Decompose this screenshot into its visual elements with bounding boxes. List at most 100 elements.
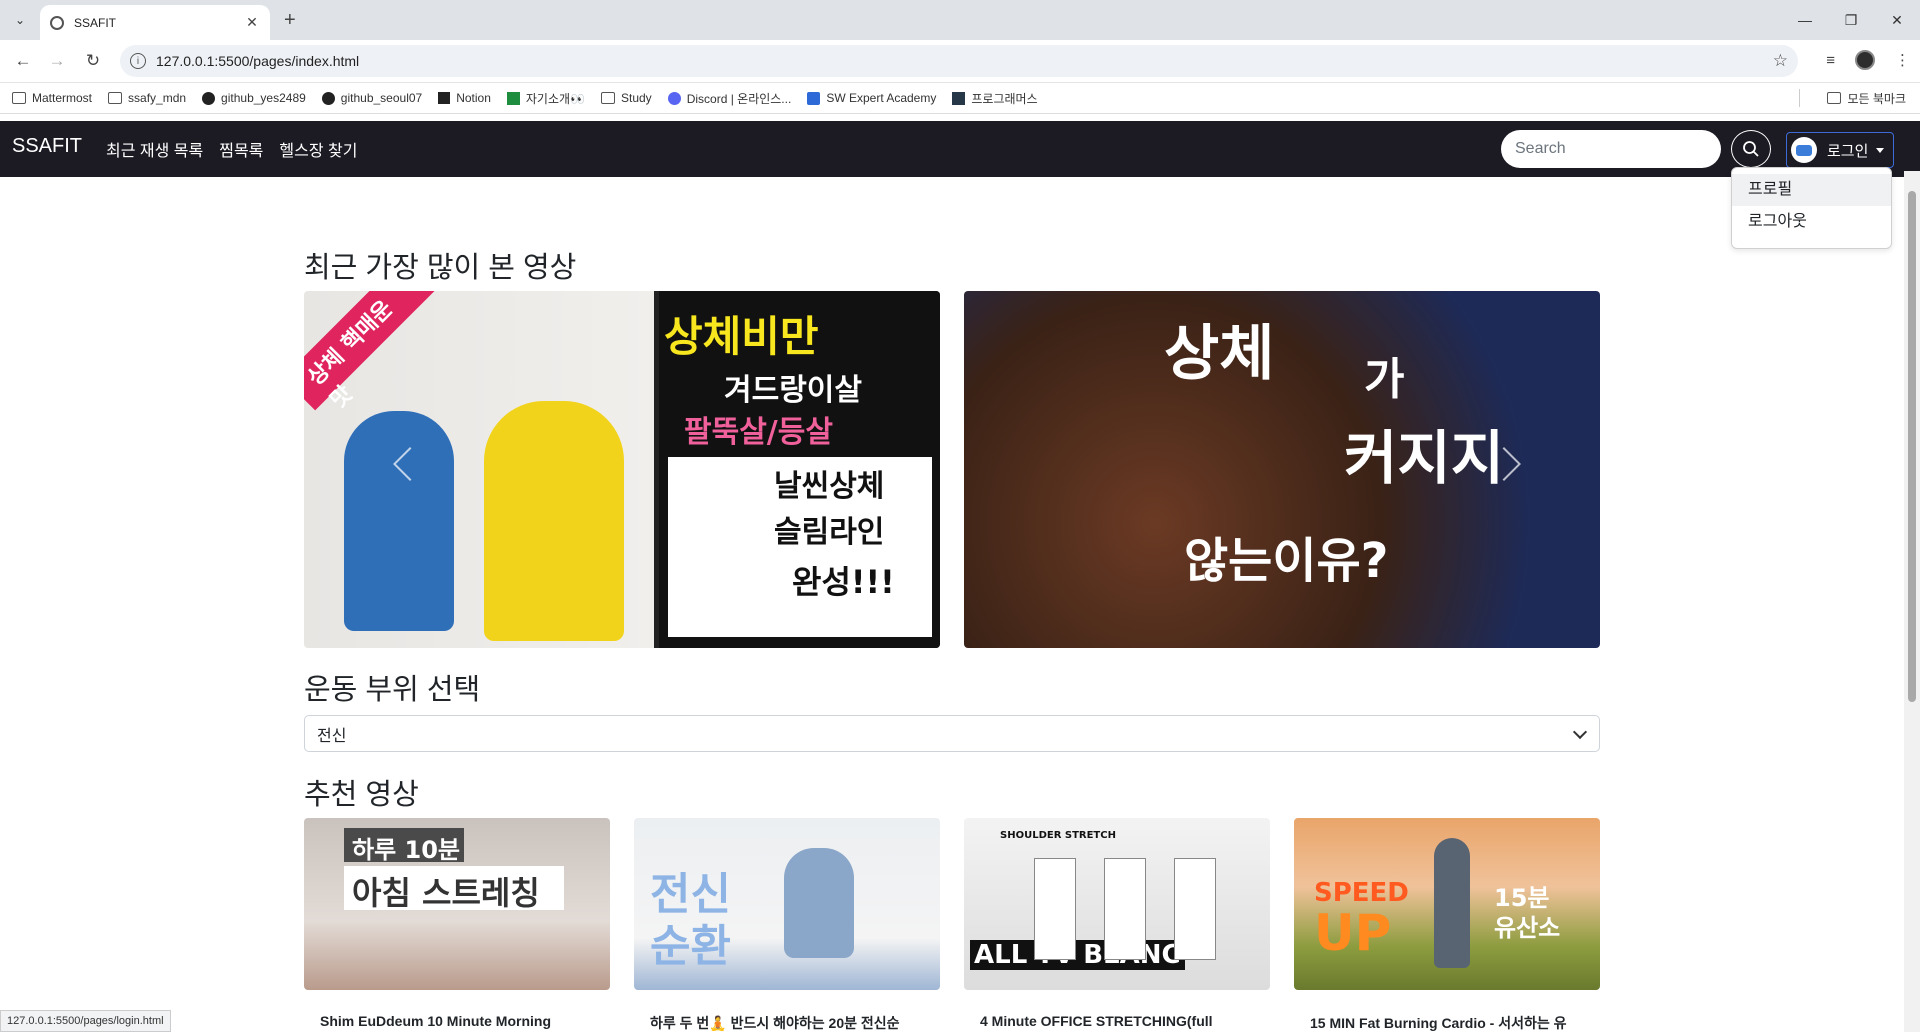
chevron-down-icon bbox=[1572, 724, 1588, 740]
menu-icon[interactable]: ⋮ bbox=[1895, 51, 1910, 69]
bookmark-item[interactable]: Mattermost bbox=[12, 91, 92, 105]
window-controls: — ❐ ✕ bbox=[1782, 0, 1920, 40]
thumb-text: 겨드랑이살 bbox=[724, 373, 862, 408]
search-input[interactable] bbox=[1501, 130, 1721, 168]
thumb-text: SHOULDER STRETCH bbox=[1000, 830, 1116, 841]
body-part-select-value: 전신 bbox=[317, 727, 347, 745]
globe-icon bbox=[50, 15, 64, 30]
search-icon bbox=[1743, 141, 1759, 157]
person-figure bbox=[1174, 858, 1216, 960]
thumb-text: ALL TV BLANC bbox=[970, 940, 1185, 970]
tab-title: SSAFIT bbox=[74, 15, 117, 30]
user-avatar-icon bbox=[1791, 137, 1817, 163]
notion-icon bbox=[438, 92, 451, 104]
bookmark-item[interactable]: Notion bbox=[438, 91, 491, 105]
browser-tab[interactable]: SSAFIT ✕ bbox=[40, 5, 270, 40]
browser-toolbar: ← → ↻ i 127.0.0.1:5500/pages/index.html … bbox=[0, 40, 1920, 83]
bookmarks-bar: Mattermost ssafy_mdn github_yes2489 gith… bbox=[0, 83, 1920, 114]
profile-avatar-icon[interactable] bbox=[1855, 50, 1875, 70]
nav-link-gym[interactable]: 헬스장 찾기 bbox=[279, 137, 357, 161]
person-figure bbox=[784, 848, 854, 958]
brand-logo[interactable]: SSAFIT bbox=[12, 135, 82, 158]
sheet-icon bbox=[506, 91, 520, 105]
login-dropdown-button[interactable]: 로그인 bbox=[1786, 132, 1894, 168]
thumb-text: 슬림라인 bbox=[774, 515, 885, 550]
status-bar-url: 127.0.0.1:5500/pages/login.html bbox=[0, 1010, 171, 1032]
close-window-icon[interactable]: ✕ bbox=[1874, 0, 1920, 40]
programmers-icon bbox=[952, 91, 966, 105]
bookmark-item[interactable]: Study bbox=[601, 91, 652, 105]
swea-icon bbox=[807, 91, 821, 105]
restore-icon[interactable]: ❐ bbox=[1828, 0, 1874, 40]
person-figure bbox=[1104, 858, 1146, 960]
dropdown-item-logout[interactable]: 로그아웃 bbox=[1732, 206, 1891, 238]
body-part-select[interactable]: 전신 bbox=[304, 715, 1600, 752]
bookmark-item[interactable]: ssafy_mdn bbox=[108, 91, 186, 105]
browser-tabstrip: ⌄ SSAFIT ✕ + — ❐ ✕ bbox=[0, 0, 1920, 40]
media-icon[interactable]: ≡ bbox=[1826, 52, 1835, 69]
thumb-text: 완성!!! bbox=[792, 563, 895, 601]
video-title[interactable]: 하루 두 번🧘 반드시 해야하는 20분 전신순 bbox=[650, 1013, 940, 1033]
user-dropdown-menu: 프로필 로그아웃 bbox=[1731, 167, 1892, 249]
thumb-text: 가 bbox=[1364, 354, 1405, 405]
video-title[interactable]: 4 Minute OFFICE STRETCHING(full bbox=[980, 1013, 1270, 1029]
caret-down-icon bbox=[1876, 147, 1885, 153]
bookmark-item[interactable]: Discord | 온라인스... bbox=[667, 90, 791, 107]
new-tab-button[interactable]: + bbox=[284, 9, 296, 32]
video-title[interactable]: Shim EuDdeum 10 Minute Morning bbox=[320, 1013, 610, 1029]
section-title-most-viewed: 최근 가장 많이 본 영상 bbox=[304, 252, 577, 284]
folder-icon bbox=[601, 92, 615, 104]
thumb-text: 아침 스트레칭 bbox=[352, 874, 540, 912]
reload-icon[interactable]: ↻ bbox=[80, 48, 106, 74]
nav-links: 최근 재생 목록 찜목록 헬스장 찾기 bbox=[106, 137, 357, 161]
person-figure bbox=[1034, 858, 1076, 960]
github-icon bbox=[202, 91, 216, 105]
all-bookmarks[interactable]: 모든 북마크 bbox=[1827, 90, 1906, 107]
address-bar[interactable]: i 127.0.0.1:5500/pages/index.html ☆ bbox=[120, 45, 1798, 77]
discord-icon bbox=[667, 91, 681, 105]
thumb-text: 않는이유? bbox=[1184, 533, 1389, 589]
thumb-text: 날씬상체 bbox=[774, 469, 885, 504]
address-url[interactable]: 127.0.0.1:5500/pages/index.html bbox=[156, 53, 359, 69]
minimize-icon[interactable]: — bbox=[1782, 0, 1828, 40]
video-thumbnail[interactable]: 하루 10분 아침 스트레칭 bbox=[304, 818, 610, 990]
thumb-text: 커지지 bbox=[1344, 424, 1505, 492]
thumb-text: 순환 bbox=[650, 921, 731, 972]
video-thumbnail[interactable]: SHOULDER STRETCH ALL TV BLANC bbox=[964, 818, 1270, 990]
thumb-text: 팔뚝살/등살 bbox=[684, 415, 833, 450]
bookmarks-separator bbox=[1799, 89, 1800, 107]
person-figure bbox=[1434, 838, 1470, 968]
bookmark-item[interactable]: 프로그래머스 bbox=[952, 90, 1038, 107]
close-tab-icon[interactable]: ✕ bbox=[242, 14, 262, 31]
thumb-text: 하루 10분 bbox=[352, 836, 460, 864]
nav-link-recent[interactable]: 최근 재생 목록 bbox=[106, 137, 203, 161]
site-info-icon[interactable]: i bbox=[130, 53, 146, 69]
forward-icon[interactable]: → bbox=[44, 48, 70, 74]
bookmark-star-icon[interactable]: ☆ bbox=[1773, 51, 1788, 71]
toolbar-right: ≡ ⋮ bbox=[1826, 50, 1910, 70]
back-icon[interactable]: ← bbox=[10, 48, 36, 74]
scrollbar-thumb[interactable] bbox=[1908, 191, 1916, 702]
login-label: 로그인 bbox=[1827, 142, 1869, 160]
page-scrollbar[interactable] bbox=[1904, 171, 1920, 1032]
bookmark-item[interactable]: 자기소개👀 bbox=[506, 90, 585, 107]
nav-link-wishlist[interactable]: 찜목록 bbox=[219, 137, 263, 161]
folder-icon bbox=[108, 92, 123, 104]
video-thumbnail[interactable]: 전신 순환 bbox=[634, 818, 940, 990]
section-title-recommended: 추천 영상 bbox=[304, 779, 419, 811]
folder-icon bbox=[1827, 92, 1842, 104]
bookmark-item[interactable]: SW Expert Academy bbox=[807, 91, 936, 105]
thumb-text: 상체비만 bbox=[664, 312, 819, 361]
folder-icon bbox=[12, 92, 26, 104]
bookmark-item[interactable]: github_yes2489 bbox=[202, 91, 306, 105]
tab-search-icon[interactable]: ⌄ bbox=[8, 8, 32, 32]
section-title-part-select: 운동 부위 선택 bbox=[304, 674, 481, 706]
thumb-text: 유산소 bbox=[1494, 914, 1561, 942]
thumb-text: UP bbox=[1314, 904, 1392, 962]
video-thumbnail[interactable]: SPEED UP 15분 유산소 bbox=[1294, 818, 1600, 990]
search-button[interactable] bbox=[1731, 130, 1771, 168]
bookmark-item[interactable]: github_seoul07 bbox=[321, 91, 422, 105]
dropdown-item-profile[interactable]: 프로필 bbox=[1732, 174, 1891, 206]
video-title[interactable]: 15 MIN Fat Burning Cardio - 서서하는 유 bbox=[1310, 1013, 1600, 1033]
thumb-text: 상체 bbox=[1164, 319, 1275, 389]
